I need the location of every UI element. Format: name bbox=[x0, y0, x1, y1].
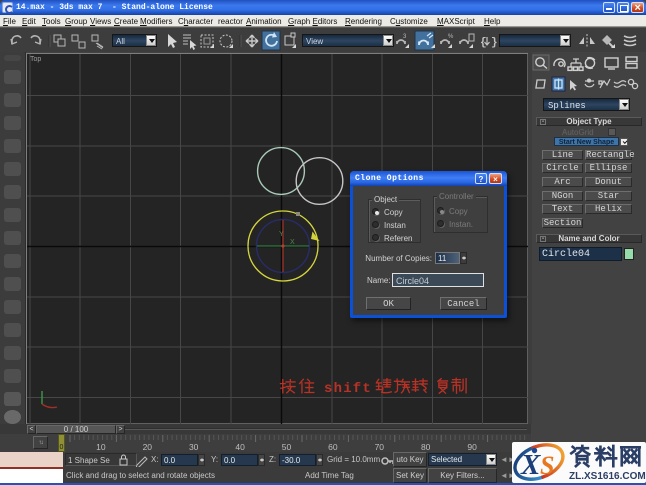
svg-text:3: 3 bbox=[403, 34, 407, 40]
svg-text:Y: Y bbox=[279, 231, 284, 238]
svg-text:60: 60 bbox=[328, 442, 338, 452]
svg-text:%: % bbox=[448, 34, 454, 40]
svg-text:50: 50 bbox=[282, 442, 292, 452]
svg-text:X: X bbox=[290, 239, 295, 246]
svg-text:70: 70 bbox=[375, 442, 385, 452]
svg-text:90: 90 bbox=[467, 442, 477, 452]
svg-text:20: 20 bbox=[143, 442, 153, 452]
svg-text:}: } bbox=[491, 37, 498, 49]
svg-text:30: 30 bbox=[189, 442, 199, 452]
svg-text:10: 10 bbox=[96, 442, 106, 452]
svg-text:80: 80 bbox=[421, 442, 431, 452]
svg-text:40: 40 bbox=[235, 442, 245, 452]
svg-text:shift: shift bbox=[324, 381, 372, 397]
svg-text:S: S bbox=[540, 451, 554, 480]
svg-text:ZL.XS1616.COM: ZL.XS1616.COM bbox=[569, 471, 646, 482]
svg-text:X: X bbox=[520, 449, 541, 481]
